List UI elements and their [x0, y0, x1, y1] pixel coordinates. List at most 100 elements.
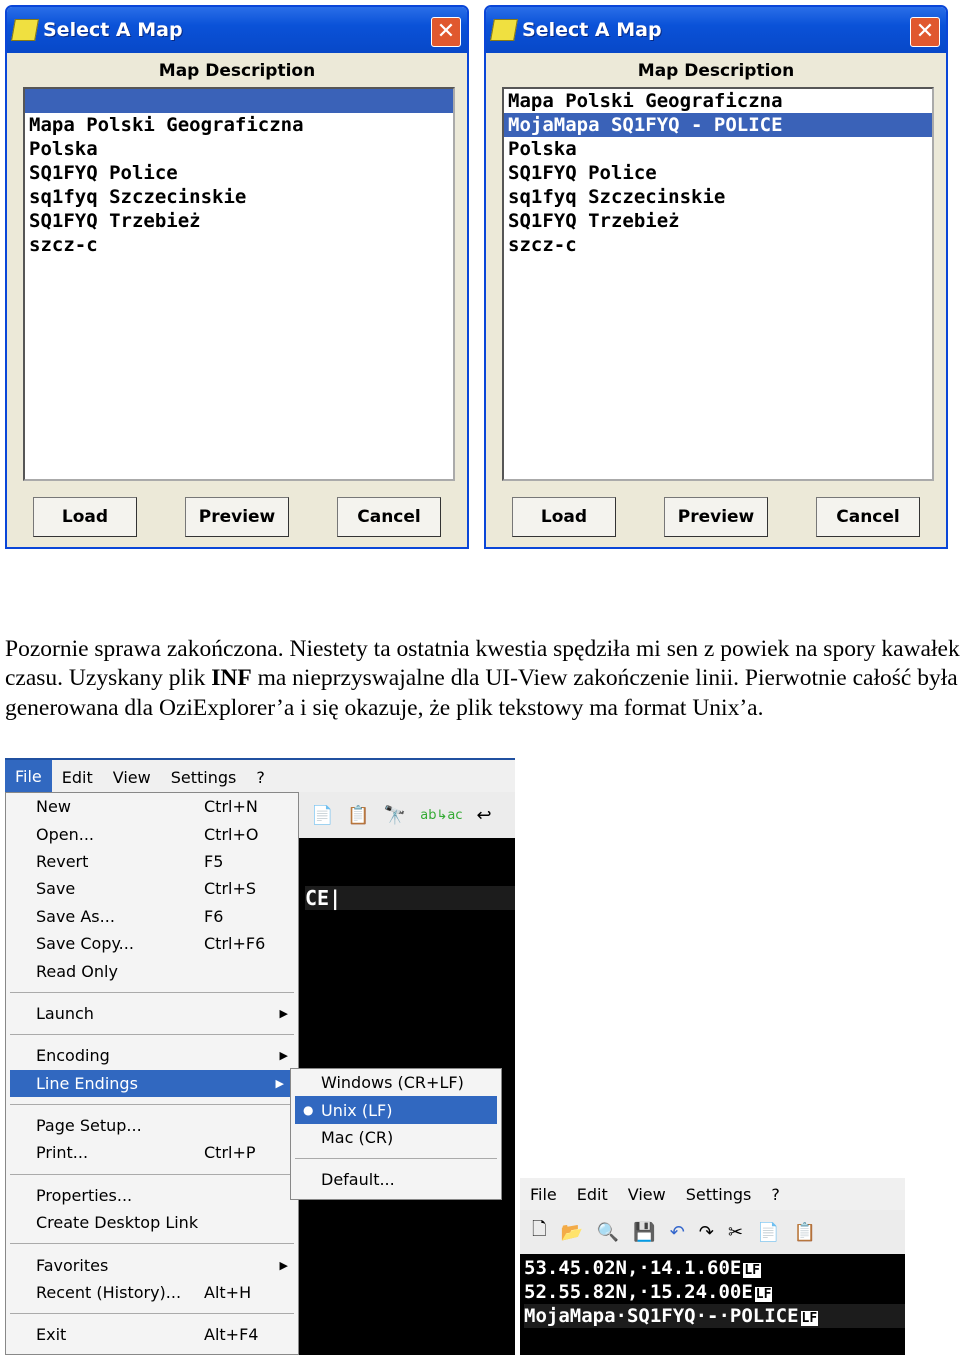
menu-edit[interactable]: Edit	[567, 1185, 618, 1204]
menu-item-save[interactable]: Save Ctrl+S	[6, 875, 298, 902]
cut-icon[interactable]: ✂	[728, 1222, 743, 1243]
find-icon[interactable]: 🔭	[384, 805, 406, 826]
menu-item-read-only[interactable]: Read Only	[6, 957, 298, 984]
menu-edit[interactable]: Edit	[52, 768, 103, 787]
map-list-item[interactable]: SQ1FYQ Trzebież	[25, 209, 453, 233]
menu-file[interactable]: File	[5, 760, 52, 794]
redo-icon[interactable]: ↷	[699, 1222, 714, 1243]
menu-help[interactable]: ?	[761, 1185, 790, 1204]
menu-item-create-desktop-link[interactable]: Create Desktop Link	[6, 1209, 298, 1236]
option-label: Default...	[321, 1170, 395, 1190]
menu-item-label: Line Endings	[36, 1073, 138, 1093]
map-list-item[interactable]: Polska	[504, 137, 932, 161]
menu-item-label: Revert	[36, 851, 89, 871]
option-label: Unix (LF)	[321, 1100, 393, 1120]
replace-icon[interactable]: ab↳ac	[420, 808, 462, 823]
map-list-item[interactable]: sq1fyq Szczecinskie	[504, 185, 932, 209]
menu-item-label: Open...	[36, 824, 94, 844]
menu-item-recent-history[interactable]: Recent (History)... Alt+H	[6, 1279, 298, 1306]
menu-view[interactable]: View	[618, 1185, 676, 1204]
preview-button[interactable]: Preview	[664, 497, 768, 537]
submenu-arrow-icon: ▶	[279, 1006, 288, 1020]
map-list-item[interactable]: SQ1FYQ Police	[25, 161, 453, 185]
editor-text-line[interactable]: CE|	[305, 886, 515, 910]
map-list[interactable]: Mapa Polski Geograficzna Polska SQ1FYQ Pol…	[23, 87, 455, 481]
close-button[interactable]: ✕	[431, 17, 461, 47]
menu-item-print[interactable]: Print... Ctrl+P	[6, 1139, 298, 1166]
menu-item-page-setup[interactable]: Page Setup...	[6, 1112, 298, 1139]
menu-item-launch[interactable]: Launch ▶	[6, 1000, 298, 1027]
menu-item-favorites[interactable]: Favorites ▶	[6, 1251, 298, 1278]
shortcut: F6	[204, 906, 224, 926]
paste-icon[interactable]: 📋	[347, 805, 369, 826]
cancel-button[interactable]: Cancel	[337, 497, 441, 537]
line-ending-option[interactable]: Default...	[291, 1166, 501, 1193]
menu-item-properties[interactable]: Properties...	[6, 1182, 298, 1209]
save-icon[interactable]: 💾	[633, 1222, 655, 1243]
map-list-item[interactable]: MojaMapa SQ1FYQ - POLICE	[504, 113, 932, 137]
map-list-item[interactable]: SQ1FYQ Police	[504, 161, 932, 185]
paste-icon[interactable]: 📋	[793, 1222, 815, 1243]
option-label: Windows (CR+LF)	[321, 1073, 464, 1093]
dialog-title: Select A Map	[522, 19, 662, 41]
menu-file[interactable]: File	[520, 1185, 567, 1204]
eol-marker: LF	[800, 1311, 819, 1326]
text-line[interactable]: 52.55.82N,·15.24.00E LF	[524, 1280, 905, 1304]
map-list-item[interactable]	[25, 89, 453, 113]
find-file-icon[interactable]: 🔍	[597, 1222, 619, 1243]
menu-settings[interactable]: Settings	[161, 768, 247, 787]
line-text: 53.45.02N,·14.1.60E	[524, 1257, 742, 1279]
menu-view[interactable]: View	[103, 768, 161, 787]
load-button[interactable]: Load	[33, 497, 137, 537]
map-list-item[interactable]: Polska	[25, 137, 453, 161]
menu-item-save-as[interactable]: Save As... F6	[6, 903, 298, 930]
open-icon[interactable]: 📂	[560, 1222, 582, 1243]
map-list-item[interactable]: SQ1FYQ Trzebież	[504, 209, 932, 233]
menu-item-exit[interactable]: Exit Alt+F4	[6, 1321, 298, 1348]
cancel-button[interactable]: Cancel	[816, 497, 920, 537]
map-list-item[interactable]: sq1fyq Szczecinskie	[25, 185, 453, 209]
shortcut: Ctrl+F6	[204, 934, 266, 954]
menu-item-encoding[interactable]: Encoding ▶	[6, 1042, 298, 1069]
menu-item-open[interactable]: Open... Ctrl+O	[6, 820, 298, 847]
menu-item-label: Launch	[36, 1003, 94, 1023]
menu-item-save-copy[interactable]: Save Copy... Ctrl+F6	[6, 930, 298, 957]
menu-help[interactable]: ?	[246, 768, 275, 787]
map-list-item[interactable]: Mapa Polski Geograficzna	[25, 113, 453, 137]
menu-item-label: Page Setup...	[36, 1116, 142, 1136]
text-line[interactable]: 53.45.02N,·14.1.60E LF	[524, 1256, 905, 1280]
text-line[interactable]: MojaMapa·SQ1FYQ·-·POLICE LF	[524, 1304, 905, 1328]
menu-separator	[10, 1034, 294, 1036]
bold-term: INF	[211, 665, 252, 691]
wrap-icon[interactable]: ↩	[477, 805, 492, 826]
load-button[interactable]: Load	[512, 497, 616, 537]
menu-item-new[interactable]: New Ctrl+N	[6, 793, 298, 820]
map-list-item[interactable]: szcz-c	[25, 233, 453, 257]
toolbar: 📄 📋 🔭 ab↳ac ↩	[297, 792, 515, 838]
app-icon	[11, 19, 39, 41]
copy-icon[interactable]: 📄	[311, 805, 333, 826]
map-list-item[interactable]: szcz-c	[504, 233, 932, 257]
map-list-item[interactable]: Mapa Polski Geograficzna	[504, 89, 932, 113]
map-list[interactable]: Mapa Polski Geograficzna MojaMapa SQ1FYQ …	[502, 87, 934, 481]
menu-item-label: Print...	[36, 1143, 89, 1163]
toolbar: 🗋 📂 🔍 💾 ↶ ↷ ✂ 📄 📋	[520, 1210, 905, 1254]
new-icon[interactable]: 🗋	[532, 1217, 546, 1247]
copy-icon[interactable]: 📄	[757, 1222, 779, 1243]
preview-button[interactable]: Preview	[185, 497, 289, 537]
menu-item-label: Create Desktop Link	[36, 1213, 199, 1233]
undo-icon[interactable]: ↶	[670, 1222, 685, 1243]
menu-item-line-endings[interactable]: Line Endings ▶	[10, 1069, 294, 1097]
close-button[interactable]: ✕	[910, 17, 940, 47]
line-ending-option[interactable]: Mac (CR)	[291, 1124, 501, 1151]
shortcut: Alt+F4	[204, 1325, 259, 1345]
line-ending-option[interactable]: ● Unix (LF)	[295, 1096, 497, 1124]
submenu-arrow-icon: ▶	[279, 1258, 288, 1272]
editor-text: 53.45.02N,·14.1.60E LF 52.55.82N,·15.24.00…	[520, 1254, 905, 1328]
line-text: MojaMapa·SQ1FYQ·-·POLICE	[524, 1305, 799, 1327]
menu-separator	[10, 1313, 294, 1315]
menu-item-revert[interactable]: Revert F5	[6, 848, 298, 875]
menu-settings[interactable]: Settings	[676, 1185, 762, 1204]
select-map-dialog: Select A Map ✕ Map Description Mapa Polski …	[5, 5, 469, 549]
line-ending-option[interactable]: Windows (CR+LF)	[291, 1069, 501, 1096]
